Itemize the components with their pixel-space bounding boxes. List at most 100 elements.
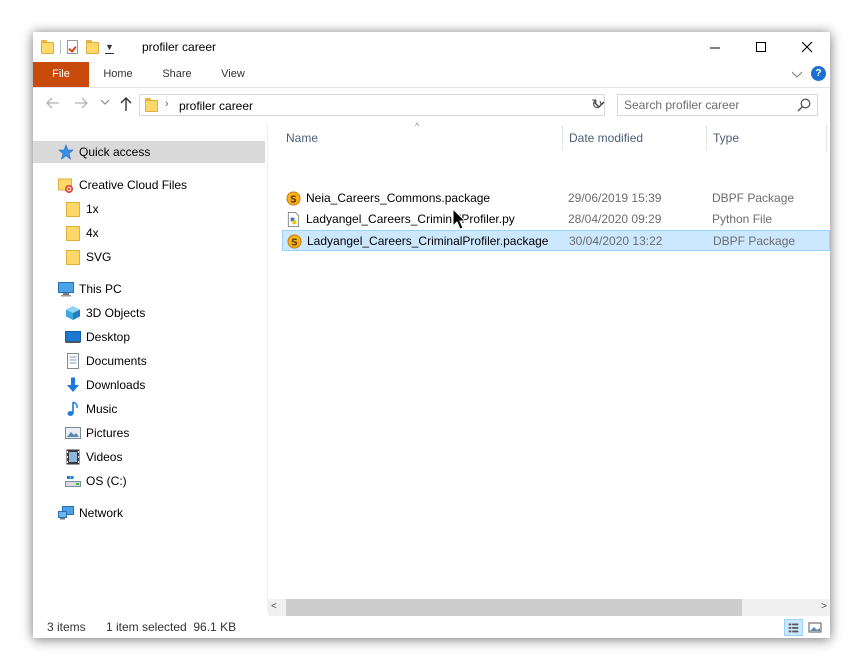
up-icon[interactable] xyxy=(119,96,133,111)
close-icon xyxy=(801,41,812,52)
search-input[interactable] xyxy=(624,97,794,113)
creative-cloud-folder-icon xyxy=(58,178,73,193)
file-date: 30/04/2020 13:22 xyxy=(569,234,663,248)
large-icons-view-icon[interactable] xyxy=(806,619,825,636)
nav-folder-1x[interactable]: 1x xyxy=(65,198,99,220)
breadcrumb-chevron-icon[interactable]: › xyxy=(165,98,169,110)
nav-label: Music xyxy=(86,402,118,416)
nav-label: 3D Objects xyxy=(86,306,146,320)
nav-network[interactable]: Network xyxy=(58,502,123,524)
pictures-icon xyxy=(65,427,81,439)
file-row-selected[interactable]: S Ladyangel_Careers_CriminalProfiler.pac… xyxy=(282,230,830,251)
nav-3d-objects[interactable]: 3D Objects xyxy=(65,302,145,324)
file-row[interactable]: Ladyangel_Careers_CriminalProfiler.py 28… xyxy=(282,209,830,230)
details-view-icon[interactable] xyxy=(784,619,803,636)
column-header-name[interactable]: Name xyxy=(286,123,318,153)
maximize-icon xyxy=(755,41,766,52)
properties-icon[interactable] xyxy=(67,40,78,54)
videos-icon xyxy=(66,449,80,465)
tab-view[interactable]: View xyxy=(213,62,253,87)
nav-documents[interactable]: Documents xyxy=(65,350,147,372)
recent-locations-icon[interactable] xyxy=(100,98,110,106)
documents-icon xyxy=(67,353,79,369)
file-date: 29/06/2019 15:39 xyxy=(568,191,662,205)
item-count: 3 items xyxy=(47,620,86,634)
nav-label: Creative Cloud Files xyxy=(79,178,188,192)
scrollbar-thumb[interactable] xyxy=(286,599,742,616)
desktop-icon xyxy=(65,331,81,343)
forward-icon[interactable] xyxy=(74,96,88,110)
nav-downloads[interactable]: Downloads xyxy=(65,374,145,396)
column-divider[interactable] xyxy=(706,125,707,151)
drive-icon xyxy=(65,476,81,487)
tab-share[interactable]: Share xyxy=(155,62,199,87)
column-divider[interactable] xyxy=(826,125,827,151)
column-header-type[interactable]: Type xyxy=(713,123,739,153)
file-date: 28/04/2020 09:29 xyxy=(568,212,662,226)
expand-ribbon-icon[interactable] xyxy=(792,71,802,78)
new-folder-icon[interactable] xyxy=(86,40,99,54)
nav-label: Videos xyxy=(86,450,123,464)
sims-package-icon: S xyxy=(286,191,301,206)
nav-label: 1x xyxy=(86,202,99,216)
address-bar[interactable]: › profiler career xyxy=(139,94,605,116)
python-file-icon xyxy=(287,212,300,227)
nav-label: Desktop xyxy=(86,330,131,344)
address-path[interactable]: profiler career xyxy=(179,99,253,113)
horizontal-scrollbar[interactable]: < > xyxy=(268,599,830,616)
refresh-icon[interactable]: ↻ xyxy=(588,95,606,113)
file-list: ^ Name Date modified Type S Neia_Careers… xyxy=(268,121,830,611)
nav-label: SVG xyxy=(86,250,112,264)
file-name: Neia_Careers_Commons.package xyxy=(306,191,491,205)
svg-text:S: S xyxy=(290,194,297,205)
nav-videos[interactable]: Videos xyxy=(65,446,122,468)
help-icon[interactable]: ? xyxy=(811,66,826,81)
nav-folder-4x[interactable]: 4x xyxy=(65,222,99,244)
column-divider[interactable] xyxy=(562,125,563,151)
computer-icon xyxy=(58,282,74,297)
nav-music[interactable]: Music xyxy=(65,398,117,420)
nav-os-drive[interactable]: OS (C:) xyxy=(65,470,127,492)
selection-info: 1 item selected 96.1 KB xyxy=(106,620,237,634)
sort-ascending-icon: ^ xyxy=(415,121,420,131)
nav-creative-cloud-files[interactable]: Creative Cloud Files xyxy=(58,174,187,196)
navigation-pane: Quick access Creative Cloud Files 1x 4x … xyxy=(33,123,268,611)
3d-objects-icon xyxy=(66,306,80,320)
minimize-icon xyxy=(709,47,720,48)
scroll-right-icon[interactable]: > xyxy=(821,601,827,612)
customize-toolbar-dropdown-icon[interactable]: ▼ xyxy=(105,41,114,54)
music-icon xyxy=(67,401,78,416)
file-name: Ladyangel_Careers_CriminalProfiler.packa… xyxy=(307,234,549,248)
folder-icon xyxy=(66,250,80,265)
folder-icon xyxy=(145,98,158,112)
window-title: profiler career xyxy=(142,40,217,54)
file-row[interactable]: S Neia_Careers_Commons.package 29/06/201… xyxy=(282,188,830,209)
nav-folder-svg[interactable]: SVG xyxy=(65,246,111,268)
downloads-icon xyxy=(67,377,79,392)
file-type: DBPF Package xyxy=(712,191,795,205)
nav-pictures[interactable]: Pictures xyxy=(65,422,129,444)
sims-package-icon: S xyxy=(287,234,302,249)
nav-desktop[interactable]: Desktop xyxy=(65,326,130,348)
scroll-left-icon[interactable]: < xyxy=(271,601,277,612)
ribbon-tabs: File Home Share View ? xyxy=(33,62,830,88)
tab-home[interactable]: Home xyxy=(97,62,139,87)
column-header-date-modified[interactable]: Date modified xyxy=(569,123,643,153)
tab-file[interactable]: File xyxy=(33,62,89,87)
folder-icon[interactable] xyxy=(41,40,54,54)
close-button[interactable] xyxy=(784,32,830,62)
nav-quick-access[interactable]: Quick access xyxy=(33,141,265,163)
minimize-button[interactable] xyxy=(692,32,738,62)
search-icon[interactable] xyxy=(797,98,811,112)
file-type: DBPF Package xyxy=(713,234,796,248)
folder-icon xyxy=(66,226,80,241)
nav-label: Quick access xyxy=(79,145,151,159)
nav-label: Downloads xyxy=(86,378,146,392)
nav-label: Documents xyxy=(86,354,147,368)
back-icon[interactable] xyxy=(46,96,60,110)
maximize-button[interactable] xyxy=(738,32,784,62)
nav-this-pc[interactable]: This PC xyxy=(58,278,122,300)
nav-label: 4x xyxy=(86,226,99,240)
nav-label: Pictures xyxy=(86,426,130,440)
search-box[interactable] xyxy=(617,94,818,116)
